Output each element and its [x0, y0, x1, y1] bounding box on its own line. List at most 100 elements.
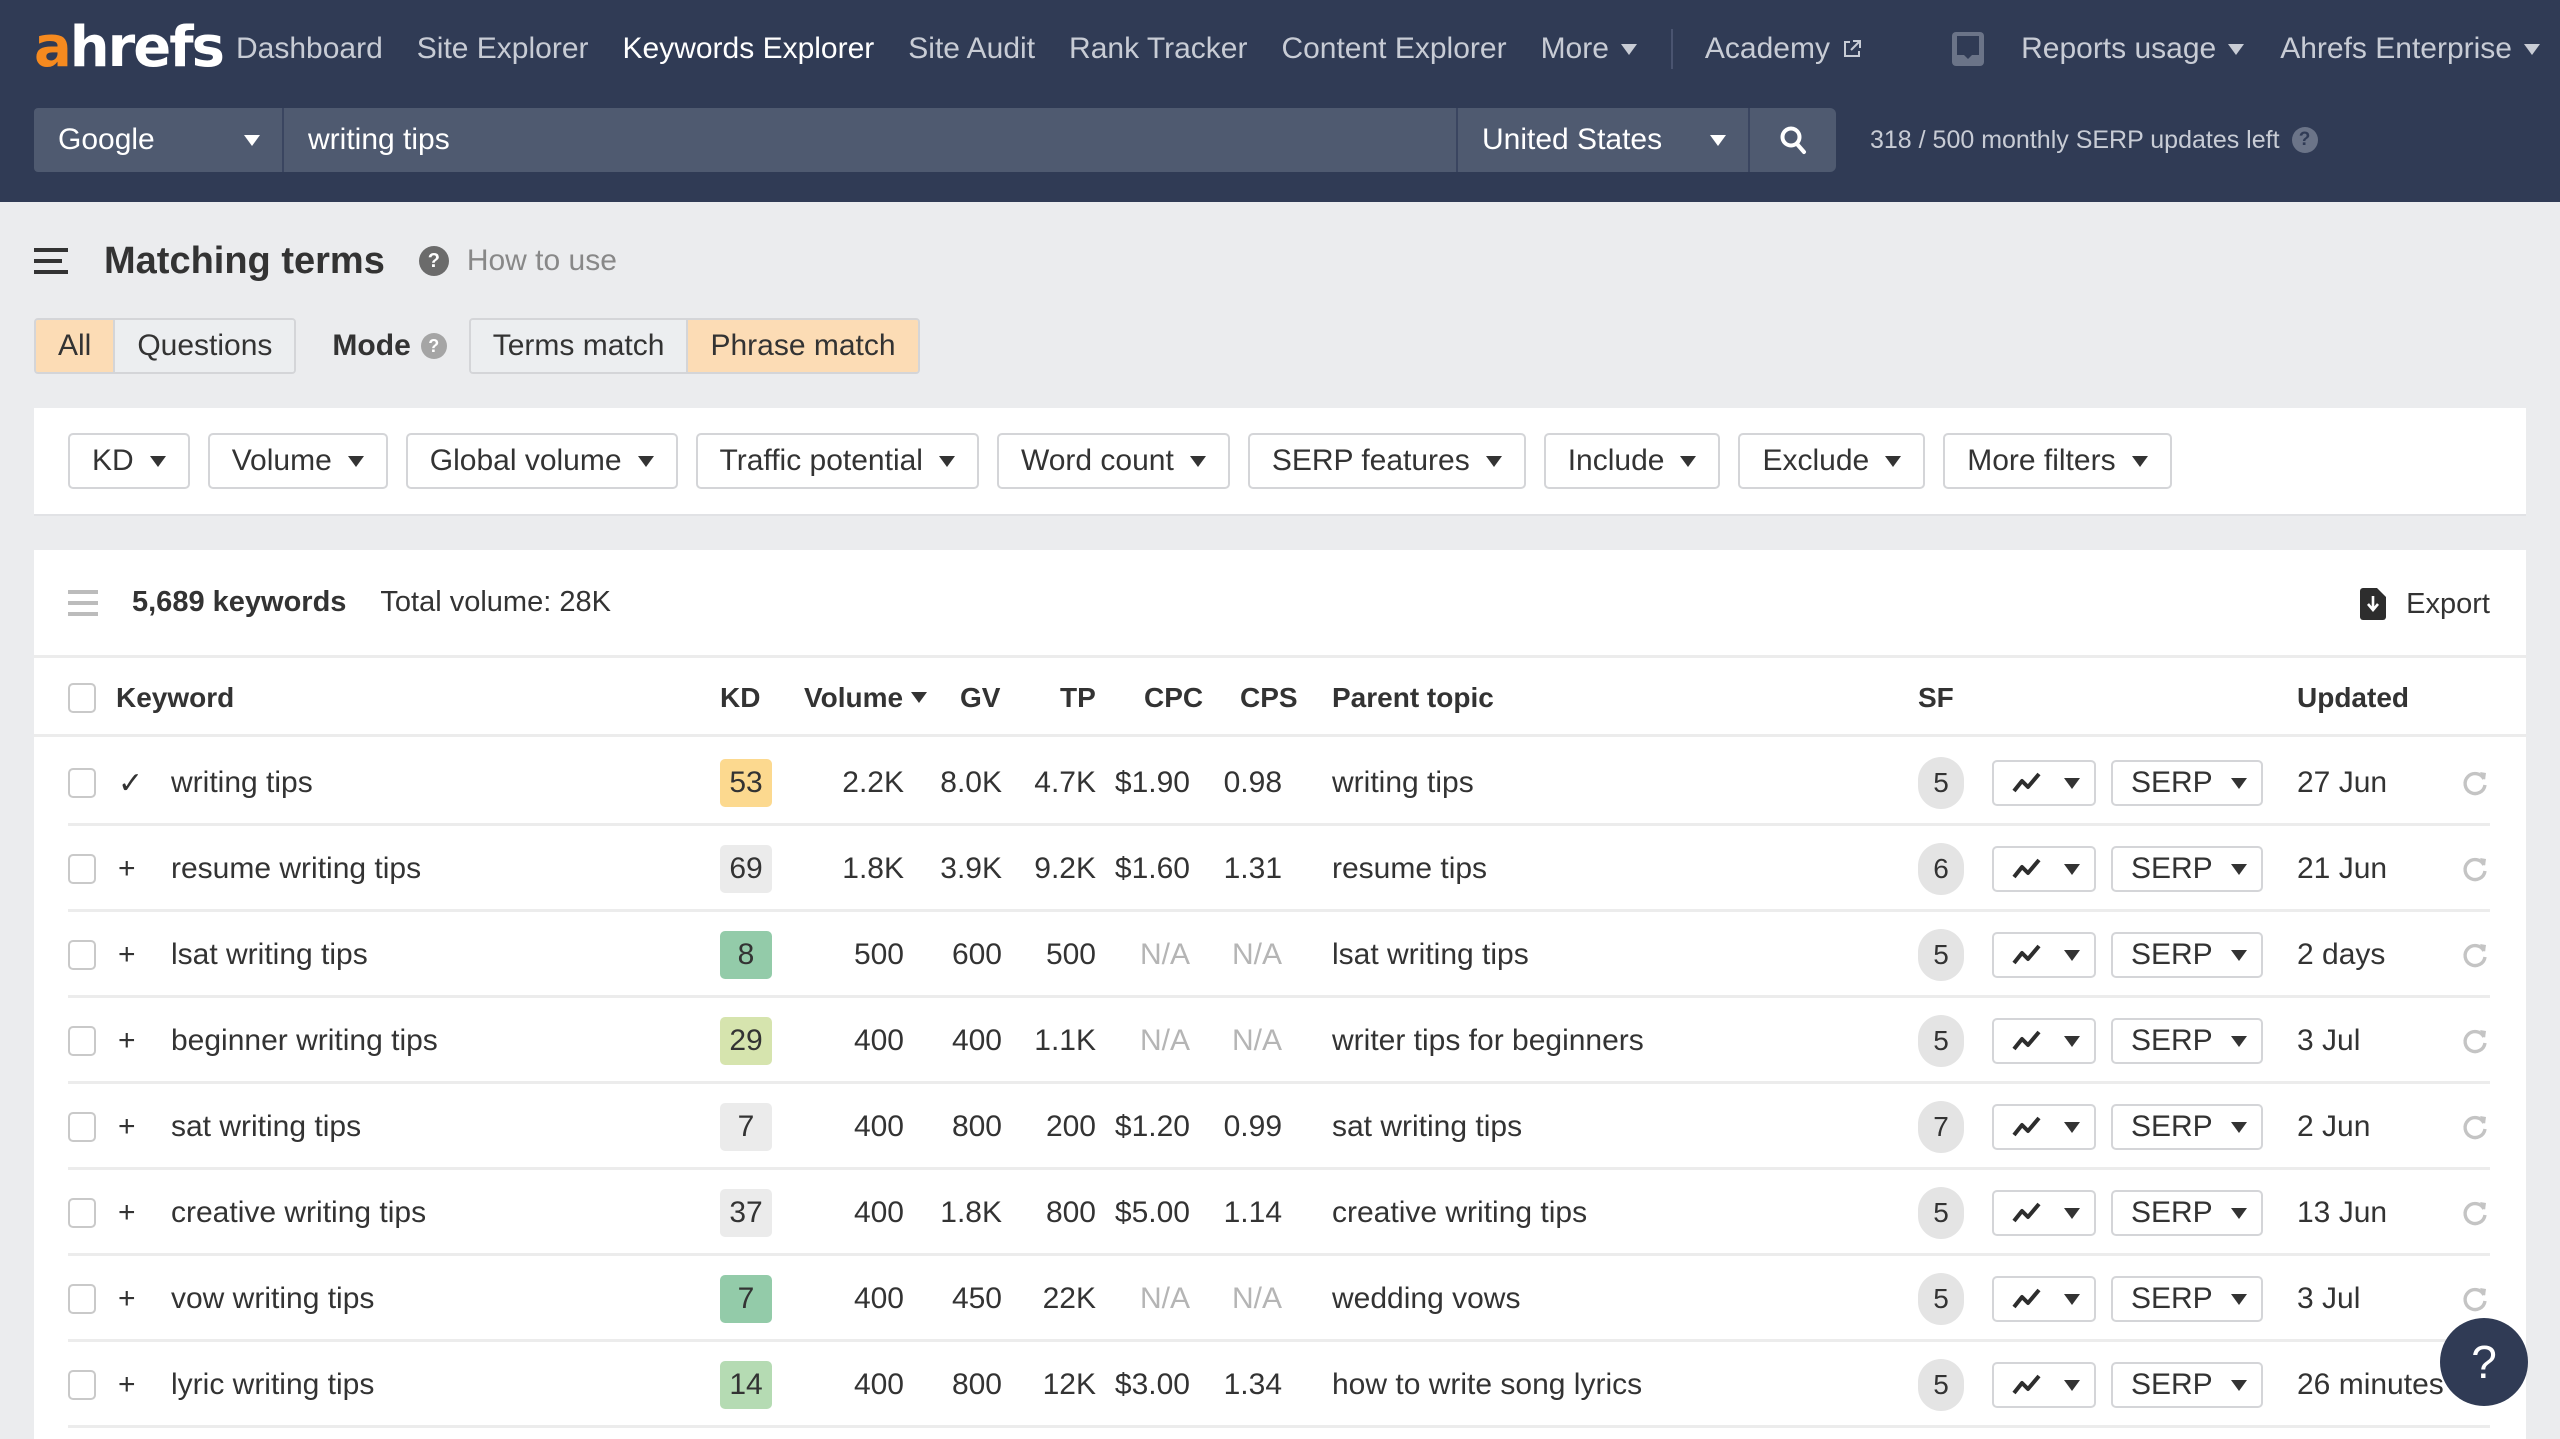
nav-dashboard[interactable]: Dashboard	[236, 32, 383, 66]
serp-dropdown[interactable]: SERP	[2111, 1104, 2263, 1150]
export-button[interactable]: Export	[2360, 550, 2490, 658]
serp-features-count[interactable]: 5	[1918, 1015, 1964, 1067]
col-cps[interactable]: CPS	[1240, 661, 1298, 734]
serp-dropdown[interactable]: SERP	[2111, 1190, 2263, 1236]
parent-topic-link[interactable]: lsat writing tips	[1332, 912, 1529, 998]
serp-dropdown[interactable]: SERP	[2111, 760, 2263, 806]
nav-academy[interactable]: Academy	[1705, 32, 1862, 66]
filter-kd[interactable]: KD	[68, 433, 190, 489]
row-checkbox[interactable]	[68, 1026, 96, 1056]
filter-global-volume[interactable]: Global volume	[405, 433, 678, 489]
filter-word-count[interactable]: Word count	[996, 433, 1230, 489]
keyword-link[interactable]: lyric writing tips	[171, 1342, 374, 1428]
refresh-icon[interactable]	[2460, 854, 2490, 884]
parent-topic-link[interactable]: how to write song lyrics	[1332, 1342, 1642, 1428]
serp-features-count[interactable]: 5	[1918, 757, 1964, 809]
notifications-inbox-icon[interactable]	[1951, 31, 1985, 67]
parent-topic-link[interactable]: wedding vows	[1332, 1256, 1520, 1342]
add-to-list-plus-icon[interactable]: +	[118, 1342, 136, 1428]
nav-site-audit[interactable]: Site Audit	[908, 32, 1035, 66]
refresh-icon[interactable]	[2460, 1284, 2490, 1314]
keyword-link[interactable]: beginner writing tips	[171, 998, 438, 1084]
serp-dropdown[interactable]: SERP	[2111, 1362, 2263, 1408]
add-to-list-plus-icon[interactable]: +	[118, 912, 136, 998]
refresh-icon[interactable]	[2460, 940, 2490, 970]
serp-features-count[interactable]: 5	[1918, 1273, 1964, 1325]
row-checkbox[interactable]	[68, 1284, 96, 1314]
search-engine-select[interactable]: Google	[34, 108, 284, 172]
col-gv[interactable]: GV	[960, 661, 1000, 734]
ahrefs-logo[interactable]: ahrefs	[34, 18, 225, 78]
trend-chart-dropdown[interactable]	[1992, 1018, 2096, 1064]
filter-exclude[interactable]: Exclude	[1738, 433, 1926, 489]
trend-chart-dropdown[interactable]	[1992, 1104, 2096, 1150]
account-dropdown[interactable]: Ahrefs Enterprise	[2280, 32, 2540, 66]
row-checkbox[interactable]	[68, 1370, 96, 1400]
tab-all[interactable]: All	[36, 320, 114, 372]
serp-features-count[interactable]: 6	[1918, 843, 1964, 895]
nav-more-dropdown[interactable]: More	[1541, 32, 1637, 66]
sidebar-toggle-menu-icon[interactable]	[34, 248, 68, 274]
keyword-link[interactable]: resume writing tips	[171, 826, 421, 912]
serp-dropdown[interactable]: SERP	[2111, 1276, 2263, 1322]
col-cpc[interactable]: CPC	[1144, 661, 1203, 734]
serp-dropdown[interactable]: SERP	[2111, 1018, 2263, 1064]
filter-traffic-potential[interactable]: Traffic potential	[695, 433, 979, 489]
row-checkbox[interactable]	[68, 768, 96, 798]
tab-terms-match[interactable]: Terms match	[470, 320, 687, 372]
col-sf[interactable]: SF	[1918, 661, 1954, 734]
trend-chart-dropdown[interactable]	[1992, 846, 2096, 892]
nav-rank-tracker[interactable]: Rank Tracker	[1069, 32, 1247, 66]
row-checkbox[interactable]	[68, 1112, 96, 1142]
nav-content-explorer[interactable]: Content Explorer	[1281, 32, 1506, 66]
add-to-list-plus-icon[interactable]: +	[118, 998, 136, 1084]
col-updated[interactable]: Updated	[2297, 661, 2409, 734]
add-to-list-plus-icon[interactable]: +	[118, 1170, 136, 1256]
keyword-search-input[interactable]	[284, 108, 1458, 172]
refresh-icon[interactable]	[2460, 768, 2490, 798]
trend-chart-dropdown[interactable]	[1992, 1190, 2096, 1236]
select-all-checkbox[interactable]	[68, 682, 96, 713]
keyword-link[interactable]: writing tips	[171, 740, 313, 826]
parent-topic-link[interactable]: writing tips	[1332, 740, 1474, 826]
country-select[interactable]: United States	[1458, 108, 1750, 172]
col-kd[interactable]: KD	[720, 661, 760, 734]
trend-chart-dropdown[interactable]	[1992, 760, 2096, 806]
refresh-icon[interactable]	[2460, 1026, 2490, 1056]
parent-topic-link[interactable]: writer tips for beginners	[1332, 998, 1644, 1084]
keyword-link[interactable]: creative writing tips	[171, 1170, 426, 1256]
keyword-link[interactable]: sat writing tips	[171, 1084, 361, 1170]
how-to-use-link[interactable]: How to use	[467, 244, 617, 278]
trend-chart-dropdown[interactable]	[1992, 1362, 2096, 1408]
parent-topic-link[interactable]: creative writing tips	[1332, 1170, 1587, 1256]
help-chat-button[interactable]: ?	[2440, 1318, 2528, 1406]
add-to-list-plus-icon[interactable]: +	[118, 1256, 136, 1342]
serp-features-count[interactable]: 5	[1918, 1187, 1964, 1239]
tab-questions[interactable]: Questions	[113, 320, 295, 372]
trend-chart-dropdown[interactable]	[1992, 1276, 2096, 1322]
col-parent-topic[interactable]: Parent topic	[1332, 661, 1494, 734]
nav-keywords-explorer[interactable]: Keywords Explorer	[623, 32, 875, 66]
col-volume[interactable]: Volume	[804, 661, 928, 734]
filter-include[interactable]: Include	[1543, 433, 1721, 489]
help-icon[interactable]: ?	[418, 246, 449, 276]
filter-serp-features[interactable]: SERP features	[1247, 433, 1526, 489]
reports-usage-dropdown[interactable]: Reports usage	[2021, 32, 2245, 66]
row-checkbox[interactable]	[68, 940, 96, 970]
parent-topic-link[interactable]: resume tips	[1332, 826, 1487, 912]
refresh-icon[interactable]	[2460, 1112, 2490, 1142]
serp-dropdown[interactable]: SERP	[2111, 846, 2263, 892]
serp-dropdown[interactable]: SERP	[2111, 932, 2263, 978]
serp-features-count[interactable]: 5	[1918, 929, 1964, 981]
parent-topic-link[interactable]: sat writing tips	[1332, 1084, 1522, 1170]
help-icon[interactable]: ?	[2291, 127, 2318, 153]
row-checkbox[interactable]	[68, 854, 96, 884]
refresh-icon[interactable]	[2460, 1198, 2490, 1228]
keyword-link[interactable]: vow writing tips	[171, 1256, 374, 1342]
add-to-list-plus-icon[interactable]: +	[118, 1084, 136, 1170]
col-tp[interactable]: TP	[1060, 661, 1096, 734]
filter-more-filters[interactable]: More filters	[1943, 433, 2172, 489]
keyword-link[interactable]: lsat writing tips	[171, 912, 368, 998]
filter-volume[interactable]: Volume	[207, 433, 388, 489]
tab-phrase-match[interactable]: Phrase match	[686, 320, 918, 372]
